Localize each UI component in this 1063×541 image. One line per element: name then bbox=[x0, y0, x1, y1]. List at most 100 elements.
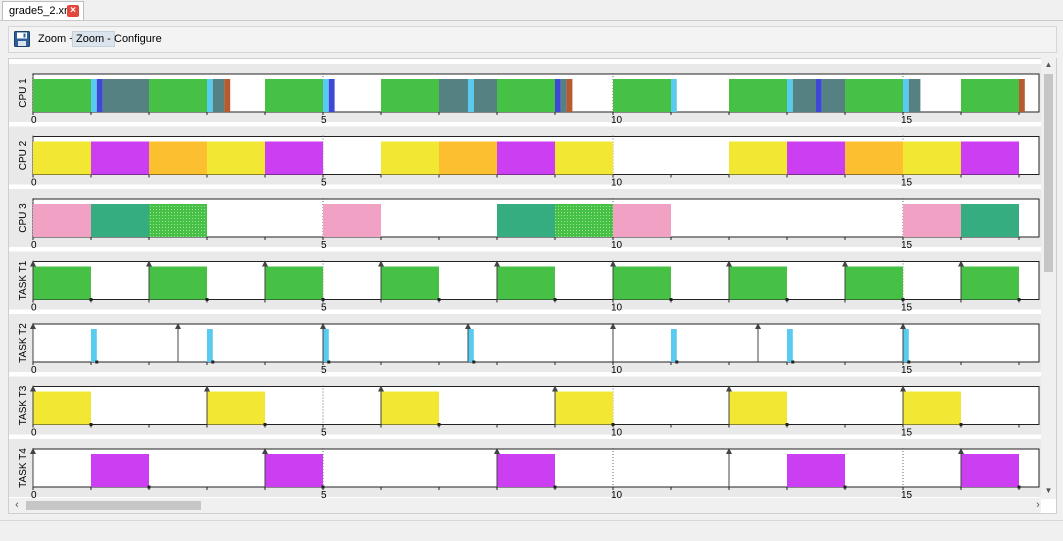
bar-segment bbox=[845, 79, 903, 112]
tick-label: 0 bbox=[31, 240, 37, 251]
bar-segment bbox=[33, 79, 91, 112]
bar-segment bbox=[729, 141, 787, 175]
bar-segment bbox=[961, 204, 1019, 237]
bar-segment bbox=[787, 454, 845, 487]
scroll-down-icon[interactable]: ▼ bbox=[1044, 485, 1053, 497]
bar-segment bbox=[903, 391, 961, 425]
deadline-marker bbox=[675, 360, 679, 364]
tab-label: grade5_2.xml bbox=[9, 5, 76, 17]
tick-label: 10 bbox=[611, 240, 623, 251]
bar-segment bbox=[381, 79, 439, 112]
deadline-marker bbox=[791, 360, 795, 364]
deadline-marker bbox=[472, 360, 476, 364]
bar-segment bbox=[729, 266, 787, 300]
tick-label: 15 bbox=[901, 303, 913, 314]
bar-segment bbox=[265, 79, 323, 112]
tick-label: 0 bbox=[31, 115, 37, 126]
bar-segment bbox=[821, 79, 845, 112]
bar-segment bbox=[149, 204, 207, 237]
scroll-up-icon[interactable]: ▲ bbox=[1044, 59, 1053, 71]
bar-segment bbox=[91, 329, 97, 362]
configure-button[interactable]: Configure bbox=[111, 32, 165, 46]
bar-segment bbox=[671, 79, 677, 112]
bar-segment bbox=[613, 79, 671, 112]
vertical-scroll-thumb[interactable] bbox=[1044, 74, 1053, 272]
bar-segment bbox=[212, 79, 225, 112]
row-label: TASK T4 bbox=[18, 448, 29, 488]
bar-segment bbox=[613, 266, 671, 300]
bar-segment bbox=[323, 204, 381, 237]
bar-segment bbox=[845, 266, 903, 300]
scroll-left-icon[interactable]: ‹ bbox=[11, 499, 23, 511]
bar-segment bbox=[903, 79, 909, 112]
tick-label: 15 bbox=[901, 428, 913, 439]
bar-segment bbox=[555, 79, 561, 112]
scroll-right-icon[interactable]: › bbox=[1032, 499, 1044, 511]
bar-segment bbox=[149, 266, 207, 300]
deadline-marker bbox=[211, 360, 215, 364]
row-task-t4: 0 5 10 15TASK T4 bbox=[9, 439, 1042, 501]
bar-segment bbox=[96, 79, 103, 112]
bar-segment bbox=[729, 79, 787, 112]
bar-segment bbox=[33, 266, 91, 300]
tick-label: 0 bbox=[31, 178, 37, 189]
close-icon[interactable]: × bbox=[67, 5, 79, 17]
bar-segment bbox=[439, 141, 497, 175]
plot-area bbox=[32, 323, 1040, 363]
bar-segment bbox=[497, 454, 555, 487]
bar-segment bbox=[903, 204, 961, 237]
bar-segment bbox=[903, 329, 909, 362]
tick-label: 5 bbox=[321, 240, 327, 251]
row-cpu-2: 0 5 10 15 CPU 2 bbox=[9, 126, 1042, 189]
horizontal-scrollbar[interactable]: ‹ › bbox=[9, 498, 1041, 513]
bar-segment bbox=[91, 204, 149, 237]
tick-label: 10 bbox=[611, 115, 623, 126]
bar-segment bbox=[961, 79, 1019, 112]
toolbar: Zoom + Zoom - Configure bbox=[8, 26, 1057, 53]
bar-segment bbox=[671, 329, 677, 362]
deadline-marker bbox=[907, 360, 911, 364]
bar-segment bbox=[1019, 79, 1025, 112]
bar-segment bbox=[792, 79, 816, 112]
horizontal-scroll-thumb[interactable] bbox=[26, 501, 201, 510]
save-icon[interactable] bbox=[14, 31, 30, 47]
bar-segment bbox=[265, 454, 323, 487]
bar-segment bbox=[845, 141, 903, 175]
bar-segment bbox=[555, 141, 613, 175]
bar-segment bbox=[787, 141, 845, 175]
row-cpu-3: 0 5 10 15 CPU 3 bbox=[9, 189, 1042, 251]
tick-label: 0 bbox=[31, 365, 37, 376]
row-label: TASK T2 bbox=[18, 323, 29, 363]
vertical-scrollbar[interactable]: ▲ ▼ bbox=[1041, 57, 1056, 499]
bar-segment bbox=[468, 79, 474, 112]
bar-segment bbox=[381, 391, 439, 425]
bar-segment bbox=[961, 266, 1019, 300]
bar-segment bbox=[908, 79, 921, 112]
tick-label: 15 bbox=[901, 240, 913, 251]
tick-label: 15 bbox=[901, 178, 913, 189]
bar-segment bbox=[497, 141, 555, 175]
row-cpu-1: 0 5 10 15 CPU 1 bbox=[9, 64, 1042, 126]
bar-segment bbox=[207, 391, 265, 425]
bar-segment bbox=[566, 79, 573, 112]
zoom-out-button[interactable]: Zoom - bbox=[72, 31, 115, 47]
bar-segment bbox=[149, 141, 207, 175]
bar-segment bbox=[903, 141, 961, 175]
tab-grade5-xml[interactable]: grade5_2.xml × bbox=[2, 1, 84, 20]
bar-segment bbox=[787, 79, 793, 112]
bar-segment bbox=[323, 329, 329, 362]
tick-label: 5 bbox=[321, 365, 327, 376]
bar-segment bbox=[91, 454, 149, 487]
bar-segment bbox=[381, 266, 439, 300]
bar-segment bbox=[787, 329, 793, 362]
bar-segment bbox=[555, 391, 613, 425]
bar-segment bbox=[961, 454, 1019, 487]
bar-segment bbox=[33, 141, 91, 175]
tick-label: 5 bbox=[321, 115, 327, 126]
tick-label: 5 bbox=[321, 178, 327, 189]
tick-label: 10 bbox=[611, 428, 623, 439]
bar-segment bbox=[91, 79, 97, 112]
status-bar bbox=[0, 520, 1063, 541]
row-task-t2: 0 5 10 15 TASK T2 bbox=[9, 314, 1042, 376]
bar-segment bbox=[560, 79, 567, 112]
